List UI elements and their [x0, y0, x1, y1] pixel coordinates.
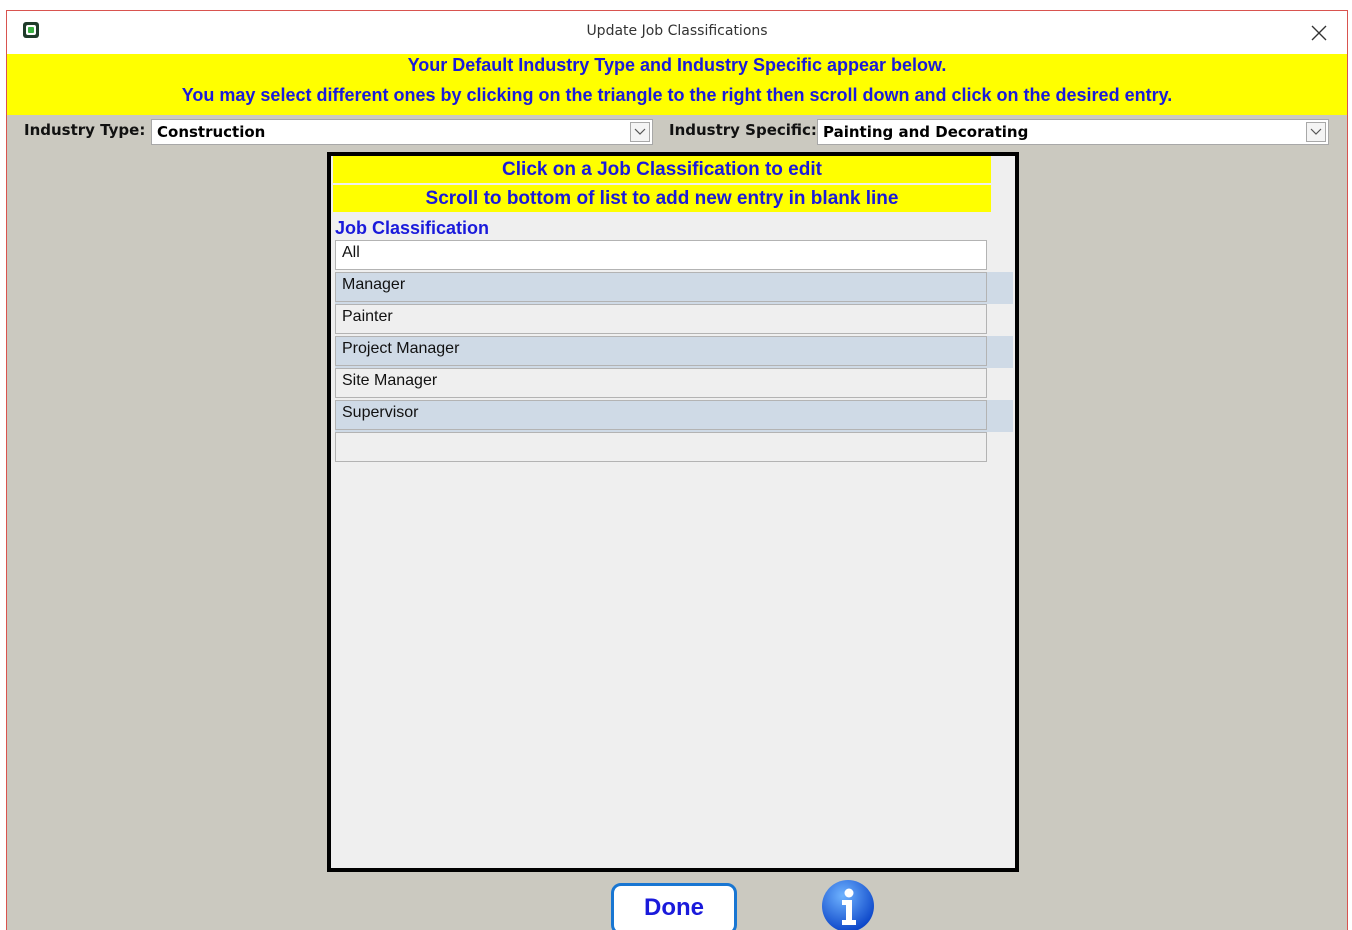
- industry-specific-label: Industry Specific:: [669, 121, 817, 139]
- list-item[interactable]: Site Manager: [335, 368, 1013, 400]
- industry-specific-dropdown-button[interactable]: [1306, 122, 1326, 142]
- list-item[interactable]: Painter: [335, 304, 1013, 336]
- banner-line-2: You may select different ones by clickin…: [181, 85, 1173, 105]
- industry-type-dropdown-button[interactable]: [630, 122, 650, 142]
- row-cell[interactable]: Manager: [335, 272, 987, 302]
- row-cell[interactable]: All: [335, 240, 987, 270]
- row-cell[interactable]: Painter: [335, 304, 987, 334]
- row-cell[interactable]: Supervisor: [335, 400, 987, 430]
- instruction-banner: Your Default Industry Type and Industry …: [7, 54, 1347, 115]
- column-header-job-classification: Job Classification: [335, 218, 490, 238]
- close-button[interactable]: [1305, 19, 1333, 47]
- industry-type-value: Construction: [157, 123, 266, 141]
- list-item[interactable]: All: [335, 240, 1013, 272]
- industry-type-select[interactable]: Construction: [151, 119, 653, 145]
- list-item[interactable]: Project Manager: [335, 336, 1013, 368]
- chevron-down-icon: [1310, 128, 1322, 135]
- list-item[interactable]: Supervisor: [335, 400, 1013, 432]
- info-icon: [822, 880, 874, 930]
- list-item[interactable]: Manager: [335, 272, 1013, 304]
- window-title: Update Job Classifications: [586, 23, 768, 39]
- chevron-down-icon: [634, 128, 646, 135]
- done-button[interactable]: Done: [611, 883, 737, 930]
- list-item-blank[interactable]: [335, 432, 1013, 464]
- row-cell[interactable]: Site Manager: [335, 368, 987, 398]
- add-instruction: Scroll to bottom of list to add new entr…: [333, 185, 991, 212]
- industry-type-label: Industry Type:: [24, 121, 146, 139]
- industry-specific-value: Painting and Decorating: [823, 123, 1029, 141]
- row-cell[interactable]: Project Manager: [335, 336, 987, 366]
- industry-specific-select[interactable]: Painting and Decorating: [817, 119, 1329, 145]
- new-entry-cell[interactable]: [335, 432, 987, 462]
- dialog-window: Update Job Classifications Your Default …: [6, 10, 1348, 930]
- banner-line-1: Your Default Industry Type and Industry …: [407, 55, 947, 75]
- info-button[interactable]: [821, 879, 875, 930]
- job-classification-panel: Click on a Job Classification to edit Sc…: [327, 152, 1019, 872]
- title-bar: Update Job Classifications: [7, 11, 1347, 54]
- close-icon: [1311, 25, 1327, 41]
- edit-instruction: Click on a Job Classification to edit: [333, 156, 991, 183]
